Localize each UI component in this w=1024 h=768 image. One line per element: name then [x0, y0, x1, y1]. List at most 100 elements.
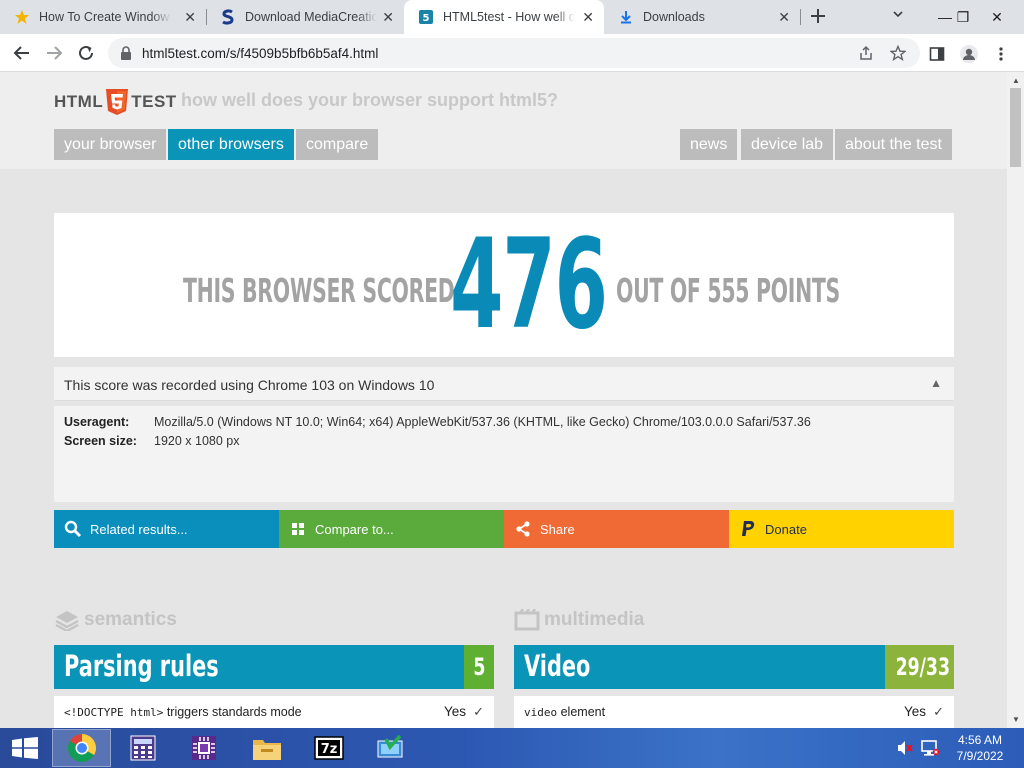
screen-size-value: 1920 x 1080 px	[154, 434, 240, 448]
taskbar-chrome[interactable]	[52, 729, 111, 767]
taskbar-7zip[interactable]: 7z	[299, 729, 358, 767]
network-icon	[921, 740, 940, 756]
arrow-left-icon	[13, 46, 29, 60]
taskbar-file-explorer[interactable]	[237, 729, 296, 767]
plus-icon	[811, 9, 825, 23]
svg-text:7z: 7z	[320, 742, 337, 757]
side-panel-icon[interactable]	[926, 43, 948, 65]
clock-time: 4:56 AM	[957, 733, 1003, 747]
calculator-icon	[130, 735, 155, 761]
more-menu-icon[interactable]	[990, 43, 1012, 65]
restore-button[interactable]: ❐	[946, 0, 980, 34]
card-title: Parsing rules	[64, 649, 219, 683]
html5test-logo[interactable]: HTML TEST	[54, 89, 177, 115]
score-value: 476	[450, 213, 608, 357]
tab-html5test[interactable]: 5 HTML5test - How well d ✕	[404, 0, 604, 34]
windows-logo-icon	[12, 737, 38, 759]
scroll-down-arrow-icon[interactable]: ▼	[1012, 715, 1020, 724]
star-favicon-icon	[14, 9, 30, 25]
page-viewport: HTML TEST how well does your browser sup…	[0, 72, 1007, 728]
nav-device-lab[interactable]: device lab	[741, 129, 834, 160]
test-row-label: triggers standards mode	[163, 705, 302, 719]
logo-text-test: TEST	[131, 92, 177, 111]
useragent-value: Mozilla/5.0 (Windows NT 10.0; Win64; x64…	[154, 415, 811, 429]
score-panel: THIS BROWSER SCORED 476 OUT OF 555 POINT…	[54, 213, 954, 357]
section-heading-multimedia: multimedia	[514, 609, 644, 631]
lock-icon[interactable]	[120, 46, 132, 65]
window-close-button[interactable]: ✕	[980, 0, 1014, 34]
nav-compare[interactable]: compare	[296, 129, 379, 160]
category-card-parsing-rules[interactable]: Parsing rules 5	[54, 645, 494, 689]
tab-title: How To Create Windows	[39, 10, 171, 24]
address-bar[interactable]: html5test.com/s/f4509b5bfb6b5af4.html	[108, 38, 920, 68]
collapse-triangle-icon[interactable]: ▲	[930, 376, 942, 390]
browser-details: Useragent: Mozilla/5.0 (Windows NT 10.0;…	[54, 406, 954, 502]
site-header: HTML TEST how well does your browser sup…	[0, 72, 1007, 169]
checkmark-icon: ✓	[473, 704, 484, 719]
tab-close-icon[interactable]: ✕	[582, 9, 594, 25]
download-favicon-icon	[618, 9, 634, 25]
html5-favicon-icon: 5	[418, 9, 434, 25]
page-scrollbar[interactable]: ▲ ▼	[1007, 72, 1024, 728]
chevron-down-icon	[893, 11, 903, 18]
back-button[interactable]	[9, 41, 35, 65]
svg-text:5: 5	[423, 13, 430, 24]
tab-close-icon[interactable]: ✕	[778, 9, 790, 25]
file-explorer-icon	[252, 740, 281, 760]
chrome-icon	[67, 734, 96, 762]
taskbar-chip-app[interactable]	[174, 729, 233, 767]
test-result: Yes	[903, 704, 926, 719]
scrollbar-thumb[interactable]	[1010, 88, 1021, 167]
donate-button[interactable]: Donate	[729, 510, 954, 548]
related-results-label: Related results...	[90, 521, 188, 537]
score-summary-bar[interactable]: This score was recorded using Chrome 103…	[54, 367, 954, 401]
test-row-text: <!DOCTYPE html> triggers standards mode	[64, 705, 302, 719]
tab-close-icon[interactable]: ✕	[382, 9, 394, 25]
bookmark-star-icon[interactable]	[888, 44, 908, 62]
search-icon	[64, 520, 82, 538]
browser-toolbar: html5test.com/s/f4509b5bfb6b5af4.html	[0, 34, 1024, 72]
section-heading-text: multimedia	[544, 609, 645, 630]
tab-close-icon[interactable]: ✕	[184, 9, 196, 25]
test-row[interactable]: <!DOCTYPE html> triggers standards mode …	[54, 696, 494, 728]
share-button[interactable]: Share	[504, 510, 729, 548]
network-tray-icon[interactable]	[920, 728, 940, 768]
s-favicon-icon	[220, 9, 236, 25]
url-text[interactable]: html5test.com/s/f4509b5bfb6b5af4.html	[142, 46, 378, 61]
start-button[interactable]	[0, 728, 50, 768]
tab-how-to-create-windows[interactable]: How To Create Windows ✕	[0, 0, 206, 34]
tab-downloads[interactable]: Downloads ✕	[604, 0, 800, 34]
taskbar-media-creation-tool[interactable]	[360, 729, 419, 767]
nav-news[interactable]: news	[680, 129, 738, 160]
compare-to-button[interactable]: Compare to...	[279, 510, 504, 548]
windows-taskbar: 7z 4:56 AM 7/9/2022	[0, 728, 1024, 768]
nav-your-browser[interactable]: your browser	[54, 129, 167, 160]
tab-download-mediacreation[interactable]: Download MediaCreation ✕	[206, 0, 404, 34]
reload-button[interactable]	[73, 41, 99, 65]
card-title: Video	[524, 649, 591, 683]
volume-tray-icon[interactable]	[896, 728, 914, 768]
taskbar-clock[interactable]: 4:56 AM 7/9/2022	[954, 732, 1006, 764]
checkmark-icon: ✓	[933, 704, 944, 719]
nav-other-browsers[interactable]: other browsers	[168, 129, 294, 160]
share-page-icon[interactable]	[856, 44, 876, 62]
share-label: Share	[540, 521, 575, 537]
test-row-label: element	[557, 705, 606, 719]
forward-button[interactable]	[41, 41, 67, 65]
nav-about-the-test[interactable]: about the test	[835, 129, 952, 160]
taskbar-calculator[interactable]	[113, 729, 172, 767]
test-row-code: video	[524, 706, 558, 719]
scroll-up-arrow-icon[interactable]: ▲	[1012, 76, 1020, 85]
test-row[interactable]: video element Yes ✓	[514, 696, 954, 728]
tab-search-button[interactable]	[892, 8, 904, 23]
tab-title: HTML5test - How well d	[443, 10, 575, 24]
profile-avatar-icon[interactable]	[958, 43, 980, 65]
html5-shield-icon	[106, 89, 129, 115]
new-tab-button[interactable]	[810, 4, 826, 30]
speaker-muted-icon	[898, 741, 913, 755]
media-creation-tool-icon	[377, 735, 402, 758]
test-result: Yes	[443, 704, 466, 719]
category-card-video[interactable]: Video 29/33	[514, 645, 954, 689]
score-summary-text: This score was recorded using Chrome 103…	[64, 377, 435, 393]
related-results-button[interactable]: Related results...	[54, 510, 279, 548]
